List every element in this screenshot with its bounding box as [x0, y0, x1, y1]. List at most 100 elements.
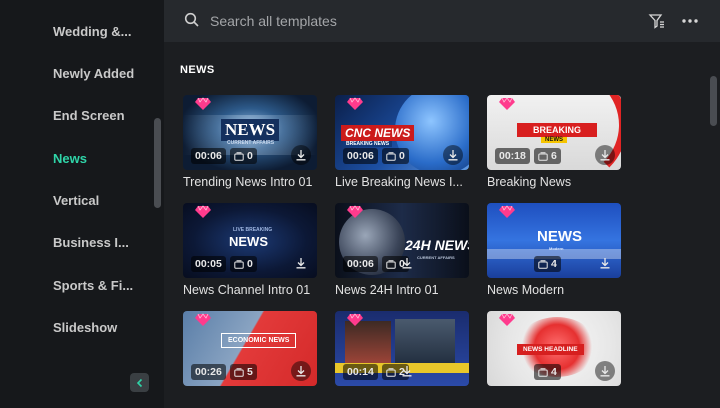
premium-gem-icon	[347, 97, 363, 110]
clip-count: 6	[551, 150, 557, 162]
premium-gem-icon	[499, 313, 515, 326]
premium-gem-icon	[195, 313, 211, 326]
template-card[interactable]: NEWS CURRENT AFFAIRS 00:06 0 Trending Ne…	[183, 95, 317, 189]
collapse-sidebar-button[interactable]	[130, 373, 149, 392]
duration-badge: 00:14	[343, 364, 378, 380]
clip-icon	[234, 151, 244, 161]
download-button[interactable]	[291, 361, 311, 381]
download-icon	[600, 150, 610, 161]
search-input[interactable]	[204, 8, 584, 34]
download-button[interactable]	[595, 361, 615, 381]
download-icon	[296, 258, 306, 269]
template-card[interactable]: ECONOMIC NEWS 00:26 5	[183, 311, 317, 386]
clip-icon	[538, 259, 548, 269]
thumbnail-title: ECONOMIC NEWS	[221, 333, 297, 348]
template-thumbnail[interactable]: LIVE BREAKING NEWS 00:05 0	[183, 203, 317, 278]
search-bar	[164, 0, 720, 42]
thumbnail-subtitle: LIVE BREAKING	[233, 227, 273, 233]
clip-count: 0	[247, 258, 253, 270]
sidebar-item-newly-added[interactable]: Newly Added	[53, 66, 134, 81]
template-thumbnail[interactable]: NEWS CURRENT AFFAIRS 00:06 0	[183, 95, 317, 170]
premium-gem-icon	[195, 97, 211, 110]
premium-gem-icon	[499, 97, 515, 110]
thumbnail-title: NEWS	[221, 119, 280, 141]
clip-icon	[386, 367, 396, 377]
sidebar-item-slideshow[interactable]: Slideshow	[53, 320, 117, 335]
duration-badge: 00:05	[191, 256, 226, 272]
main-panel: NEWS NEWS CURRENT AFFAIRS 00:06 0 Trendi…	[164, 0, 720, 408]
thumbnail-subtitle: CURRENT AFFAIRS	[227, 140, 275, 146]
download-icon	[296, 150, 306, 161]
template-title: Breaking News	[487, 175, 572, 189]
sidebar-item-end-screen[interactable]: End Screen	[53, 108, 125, 123]
sidebar-item-sports[interactable]: Sports & Fi...	[53, 278, 133, 293]
premium-gem-icon	[347, 205, 363, 218]
clip-count-badge: 0	[230, 148, 257, 164]
sidebar-item-wedding[interactable]: Wedding &...	[53, 24, 131, 39]
clip-count-badge: 6	[534, 148, 561, 164]
clip-count: 5	[247, 366, 253, 378]
clip-icon	[234, 259, 244, 269]
duration-badge: 00:26	[191, 364, 226, 380]
template-thumbnail[interactable]: ECONOMIC NEWS 00:26 5	[183, 311, 317, 386]
download-button[interactable]	[595, 145, 615, 165]
duration-badge: 00:06	[191, 148, 226, 164]
download-icon	[402, 366, 412, 377]
sidebar-item-business[interactable]: Business I...	[53, 235, 129, 250]
sidebar-item-news[interactable]: News	[53, 151, 87, 166]
section-title: NEWS	[180, 64, 215, 76]
download-icon	[600, 258, 610, 269]
template-card[interactable]: CNC NEWS BREAKING NEWS 00:06 0 Live Brea…	[335, 95, 469, 189]
sidebar-scrollbar[interactable]	[154, 118, 161, 208]
duration-badge: 00:06	[343, 148, 378, 164]
filter-icon[interactable]	[648, 12, 666, 30]
thumbnail-title: NEWS	[537, 228, 582, 245]
template-card[interactable]: BREAKING NEWS 00:18 6 Breaking News	[487, 95, 621, 189]
sidebar-item-vertical[interactable]: Vertical	[53, 193, 99, 208]
template-card[interactable]: NEWS Modern 4 News Modern	[487, 203, 621, 297]
template-card[interactable]: NEWS HEADLINE 4	[487, 311, 621, 386]
chevron-left-icon	[136, 378, 142, 387]
clip-count-badge: 0	[230, 256, 257, 272]
template-thumbnail[interactable]: BREAKING NEWS 00:18 6	[487, 95, 621, 170]
download-button[interactable]	[397, 361, 417, 381]
download-button[interactable]	[291, 253, 311, 273]
template-thumbnail[interactable]: 24H NEWS CURRENT AFFAIRS 00:06 0	[335, 203, 469, 278]
clip-count-badge: 4	[534, 364, 561, 380]
template-title: Live Breaking News I...	[335, 175, 463, 189]
duration-badge: 00:18	[495, 148, 530, 164]
clip-icon	[538, 151, 548, 161]
clip-count: 0	[399, 150, 405, 162]
download-icon	[402, 258, 412, 269]
clip-icon	[386, 259, 396, 269]
sidebar: Wedding &... Newly Added End Screen News…	[0, 0, 164, 408]
thumbnail-subtitle: Modern	[549, 246, 564, 251]
template-thumbnail[interactable]: CNC NEWS BREAKING NEWS 00:06 0	[335, 95, 469, 170]
download-button[interactable]	[443, 145, 463, 165]
search-icon	[184, 12, 199, 27]
download-icon	[448, 150, 458, 161]
clip-count: 4	[551, 366, 557, 378]
download-button[interactable]	[291, 145, 311, 165]
download-button[interactable]	[595, 253, 615, 273]
template-thumbnail[interactable]: NEWS Modern 4	[487, 203, 621, 278]
download-icon	[296, 366, 306, 377]
template-title: News 24H Intro 01	[335, 283, 439, 297]
thumbnail-title: NEWS	[229, 234, 268, 249]
template-title: Trending News Intro 01	[183, 175, 313, 189]
clip-count: 0	[247, 150, 253, 162]
template-thumbnail[interactable]: NEWS HEADLINE 4	[487, 311, 621, 386]
template-card[interactable]: LIVE BREAKING NEWS 00:05 0 News Channel …	[183, 203, 317, 297]
download-button[interactable]	[397, 253, 417, 273]
template-thumbnail[interactable]: 00:14 2	[335, 311, 469, 386]
more-options-icon[interactable]	[680, 12, 700, 30]
template-card[interactable]: 24H NEWS CURRENT AFFAIRS 00:06 0 News 24…	[335, 203, 469, 297]
main-scrollbar[interactable]	[710, 76, 717, 126]
clip-count-badge: 4	[534, 256, 561, 272]
thumbnail-title: CNC NEWS	[341, 125, 415, 141]
download-icon	[600, 366, 610, 377]
duration-badge: 00:06	[343, 256, 378, 272]
template-card[interactable]: 00:14 2	[335, 311, 469, 386]
clip-count: 4	[551, 258, 557, 270]
template-title: News Modern	[487, 283, 565, 297]
